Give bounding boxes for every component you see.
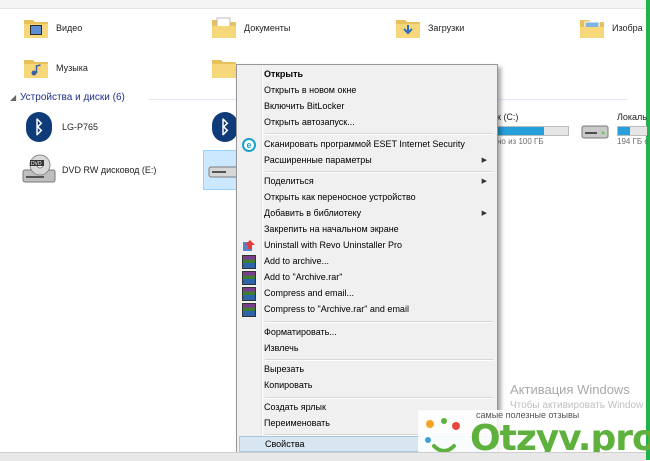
menu-item-label: Открыть автозапуск... (264, 117, 355, 127)
device-dvd-drive[interactable]: DVD DVD RW дисковод (E:) (22, 154, 156, 186)
folder-label: Музыка (56, 63, 88, 73)
menu-separator (265, 359, 493, 361)
menu-item-label: Сканировать программой ESET Internet Sec… (264, 139, 465, 149)
menu-item-share[interactable]: Поделиться ▶ (239, 174, 495, 190)
folder-music[interactable]: Музыка (22, 54, 88, 82)
menu-item-add-archive[interactable]: Add to archive... (239, 254, 495, 270)
folder-icon[interactable] (210, 54, 238, 82)
otzyv-watermark: самые полезные отзывы Otzyv.pro (418, 410, 650, 459)
menu-item-open-portable[interactable]: Открыть как переносное устройство (239, 190, 495, 206)
menu-item-label: Переименовать (264, 418, 330, 428)
menu-separator (265, 171, 493, 173)
menu-item-pin-start[interactable]: Закрепить на начальном экране (239, 222, 495, 238)
menu-item-cut[interactable]: Вырезать (239, 362, 495, 378)
menu-item-compress-email[interactable]: Compress and email... (239, 286, 495, 302)
folder-label: Документы (244, 23, 291, 33)
menu-item-label: Свойства (265, 439, 305, 449)
menu-item-copy[interactable]: Копировать (239, 378, 495, 394)
winrar-icon (242, 271, 256, 285)
winrar-icon (242, 303, 256, 317)
device-label: LG-P765 (62, 122, 99, 132)
folder-label: Загрузки (428, 23, 465, 33)
device-lg-p765[interactable]: ᛒ LG-P765 (26, 112, 98, 142)
downloads-folder-icon (396, 20, 420, 38)
menu-item-label: Открыть (264, 69, 304, 79)
menu-item-format[interactable]: Форматировать... (239, 325, 495, 341)
menu-separator (265, 133, 493, 135)
drive-c-usage-bar (497, 126, 569, 136)
menu-item-label: Создать ярлык (264, 402, 326, 412)
menu-item-label: Форматировать... (264, 327, 337, 337)
activation-watermark-title: Активация Windows (510, 382, 630, 397)
winrar-icon (242, 287, 256, 301)
submenu-arrow-icon: ▶ (481, 210, 487, 217)
folder-label: Изобра (612, 23, 643, 33)
menu-item-label: Вырезать (264, 364, 305, 374)
drive-c[interactable]: к (C:) (497, 112, 518, 122)
context-menu[interactable]: Открыть Открыть в новом окне Включить Bi… (236, 64, 498, 455)
top-scroll-edge (0, 0, 646, 9)
menu-item-add-archive-rar[interactable]: Add to "Archive.rar" (239, 270, 495, 286)
device-bluetooth[interactable]: ᛒ (212, 112, 238, 142)
drive-local-usage-fill (618, 127, 630, 135)
documents-folder-icon (212, 17, 236, 38)
menu-item-label: Uninstall with Revo Uninstaller Pro (264, 240, 403, 250)
music-folder-icon (24, 60, 48, 78)
drive-local[interactable]: Локаль (617, 112, 647, 122)
drive-label: к (C:) (497, 112, 519, 122)
video-folder-icon (24, 20, 48, 38)
menu-item-label: Открыть в новом окне (264, 85, 357, 95)
menu-item-open[interactable]: Открыть (239, 67, 495, 83)
drive-c-space: но из 100 ГБ (497, 137, 544, 146)
menu-item-label: Извлечь (264, 343, 299, 353)
menu-item-bitlocker[interactable]: Включить BitLocker (239, 99, 495, 115)
menu-item-add-library[interactable]: Добавить в библиотеку ▶ (239, 206, 495, 222)
folder-pictures[interactable]: Изобра (578, 14, 643, 42)
menu-item-eset-scan[interactable]: e Сканировать программой ESET Internet S… (239, 137, 495, 153)
submenu-arrow-icon: ▶ (481, 178, 487, 185)
drive-local-usage-bar (617, 126, 647, 136)
menu-item-label: Compress to "Archive.rar" and email (264, 304, 409, 314)
device-label: DVD RW дисковод (E:) (62, 165, 157, 175)
revo-uninstaller-icon (243, 240, 255, 251)
menu-item-label: Копировать (264, 380, 313, 390)
menu-item-label: Включить BitLocker (264, 101, 345, 111)
winrar-icon (242, 255, 256, 269)
drive-local-space: 194 ГБ с (617, 137, 649, 146)
menu-item-label: Поделиться (264, 176, 314, 186)
menu-item-label: Add to "Archive.rar" (264, 272, 343, 282)
folder-documents[interactable]: Документы (210, 14, 290, 42)
folder-label: Видео (56, 23, 83, 33)
eset-icon: e (242, 138, 256, 152)
menu-item-label: Add to archive... (264, 256, 330, 266)
devices-section-header[interactable]: ◢ Устройства и диски (6) (10, 92, 628, 103)
bluetooth-icon: ᛒ (26, 112, 52, 142)
menu-item-autoplay[interactable]: Открыть автозапуск... (239, 115, 495, 131)
submenu-arrow-icon: ▶ (481, 157, 487, 164)
pictures-folder-icon (580, 20, 604, 38)
menu-item-open-new-window[interactable]: Открыть в новом окне (239, 83, 495, 99)
collapse-chevron-icon[interactable]: ◢ (10, 93, 18, 102)
dvd-drive-icon: DVD (22, 154, 56, 183)
menu-separator (265, 397, 493, 399)
drive-label: Локаль (617, 112, 647, 122)
menu-item-label: Расширенные параметры (264, 155, 372, 165)
menu-item-revo-uninstall[interactable]: Uninstall with Revo Uninstaller Pro (239, 238, 495, 254)
svg-text:DVD: DVD (31, 161, 42, 167)
local-drive-icon[interactable] (580, 120, 610, 142)
section-title: Устройства и диски (6) (20, 92, 125, 103)
menu-item-label: Закрепить на начальном экране (264, 224, 399, 234)
folder-video[interactable]: Видео (22, 14, 82, 42)
folder-downloads[interactable]: Загрузки (394, 14, 464, 42)
menu-item-compress-rar-email[interactable]: Compress to "Archive.rar" and email (239, 302, 495, 318)
otzyv-logo-icon (425, 418, 460, 453)
menu-item-eject[interactable]: Извлечь (239, 341, 495, 357)
menu-item-label: Добавить в библиотеку (264, 208, 362, 218)
bluetooth-icon: ᛒ (212, 112, 238, 142)
menu-item-label: Открыть как переносное устройство (264, 192, 416, 202)
menu-separator (265, 321, 493, 323)
drive-c-usage-fill (498, 127, 545, 135)
menu-item-label: Compress and email... (264, 288, 355, 298)
menu-item-advanced[interactable]: Расширенные параметры ▶ (239, 153, 495, 169)
